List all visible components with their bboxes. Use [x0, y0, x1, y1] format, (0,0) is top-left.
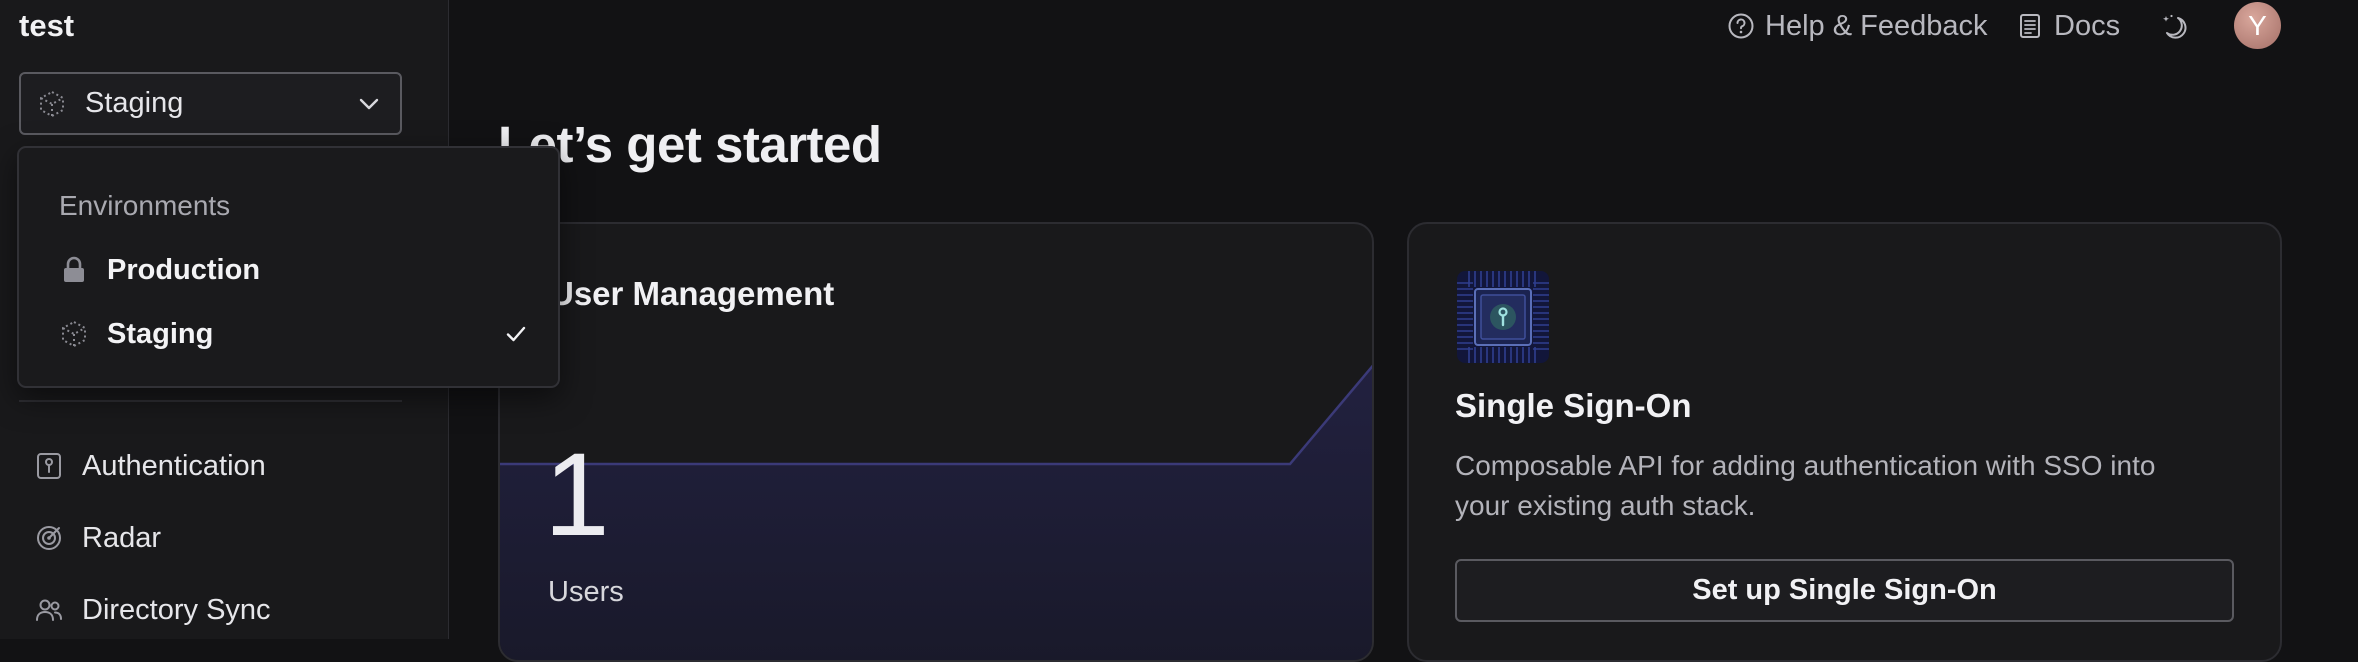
chip-keyhole-icon	[1457, 271, 1549, 363]
cube-icon	[62, 320, 86, 348]
help-feedback-label: Help & Feedback	[1765, 9, 1988, 42]
environment-option-label: Production	[107, 253, 261, 286]
sidebar-item-authentication[interactable]: Authentication	[34, 446, 266, 486]
environment-option-production[interactable]: Production	[59, 248, 529, 292]
moon-stars-icon	[2163, 14, 2187, 39]
radar-icon	[37, 526, 61, 550]
app-title: test	[19, 8, 75, 43]
theme-toggle-button[interactable]	[2159, 8, 2187, 44]
help-feedback-link[interactable]: Help & Feedback	[1727, 8, 1987, 44]
document-icon	[2020, 14, 2040, 38]
users-icon	[36, 599, 62, 621]
environment-option-label: Staging	[107, 317, 214, 350]
environment-option-staging[interactable]: Staging	[59, 312, 529, 356]
user-management-card[interactable]: User Management 1 Users	[498, 222, 1374, 662]
setup-sso-button[interactable]: Set up Single Sign-On	[1455, 559, 2234, 622]
sidebar-divider	[19, 400, 402, 402]
sidebar-item-label: Radar	[82, 521, 161, 554]
chevron-down-icon	[359, 98, 379, 109]
docs-label: Docs	[2054, 9, 2121, 42]
users-count: 1	[544, 429, 610, 561]
sso-card: Single Sign-On Composable API for adding…	[1407, 222, 2282, 662]
avatar[interactable]: Y	[2234, 2, 2281, 49]
sidebar-item-label: Directory Sync	[82, 593, 271, 626]
dropdown-section-label: Environments	[59, 190, 231, 221]
sso-title: Single Sign-On	[1455, 387, 1692, 424]
environment-dropdown-menu: Environments Production Staging	[17, 146, 560, 388]
user-management-title: User Management	[550, 275, 835, 312]
help-circle-icon	[1728, 13, 1754, 39]
environment-select[interactable]: Staging	[19, 72, 402, 135]
users-count-label: Users	[548, 576, 624, 608]
sidebar-item-radar[interactable]: Radar	[34, 518, 161, 558]
sidebar-item-label: Authentication	[82, 449, 266, 482]
docs-link[interactable]: Docs	[2016, 8, 2120, 44]
environment-select-value: Staging	[85, 87, 184, 119]
sidebar-item-directory-sync[interactable]: Directory Sync	[34, 590, 271, 630]
keyhole-icon	[37, 453, 61, 479]
checkmark-icon	[506, 326, 526, 342]
lock-icon	[64, 256, 84, 282]
cube-icon	[40, 90, 64, 117]
sso-description: Composable API for adding authentication…	[1455, 450, 2156, 521]
